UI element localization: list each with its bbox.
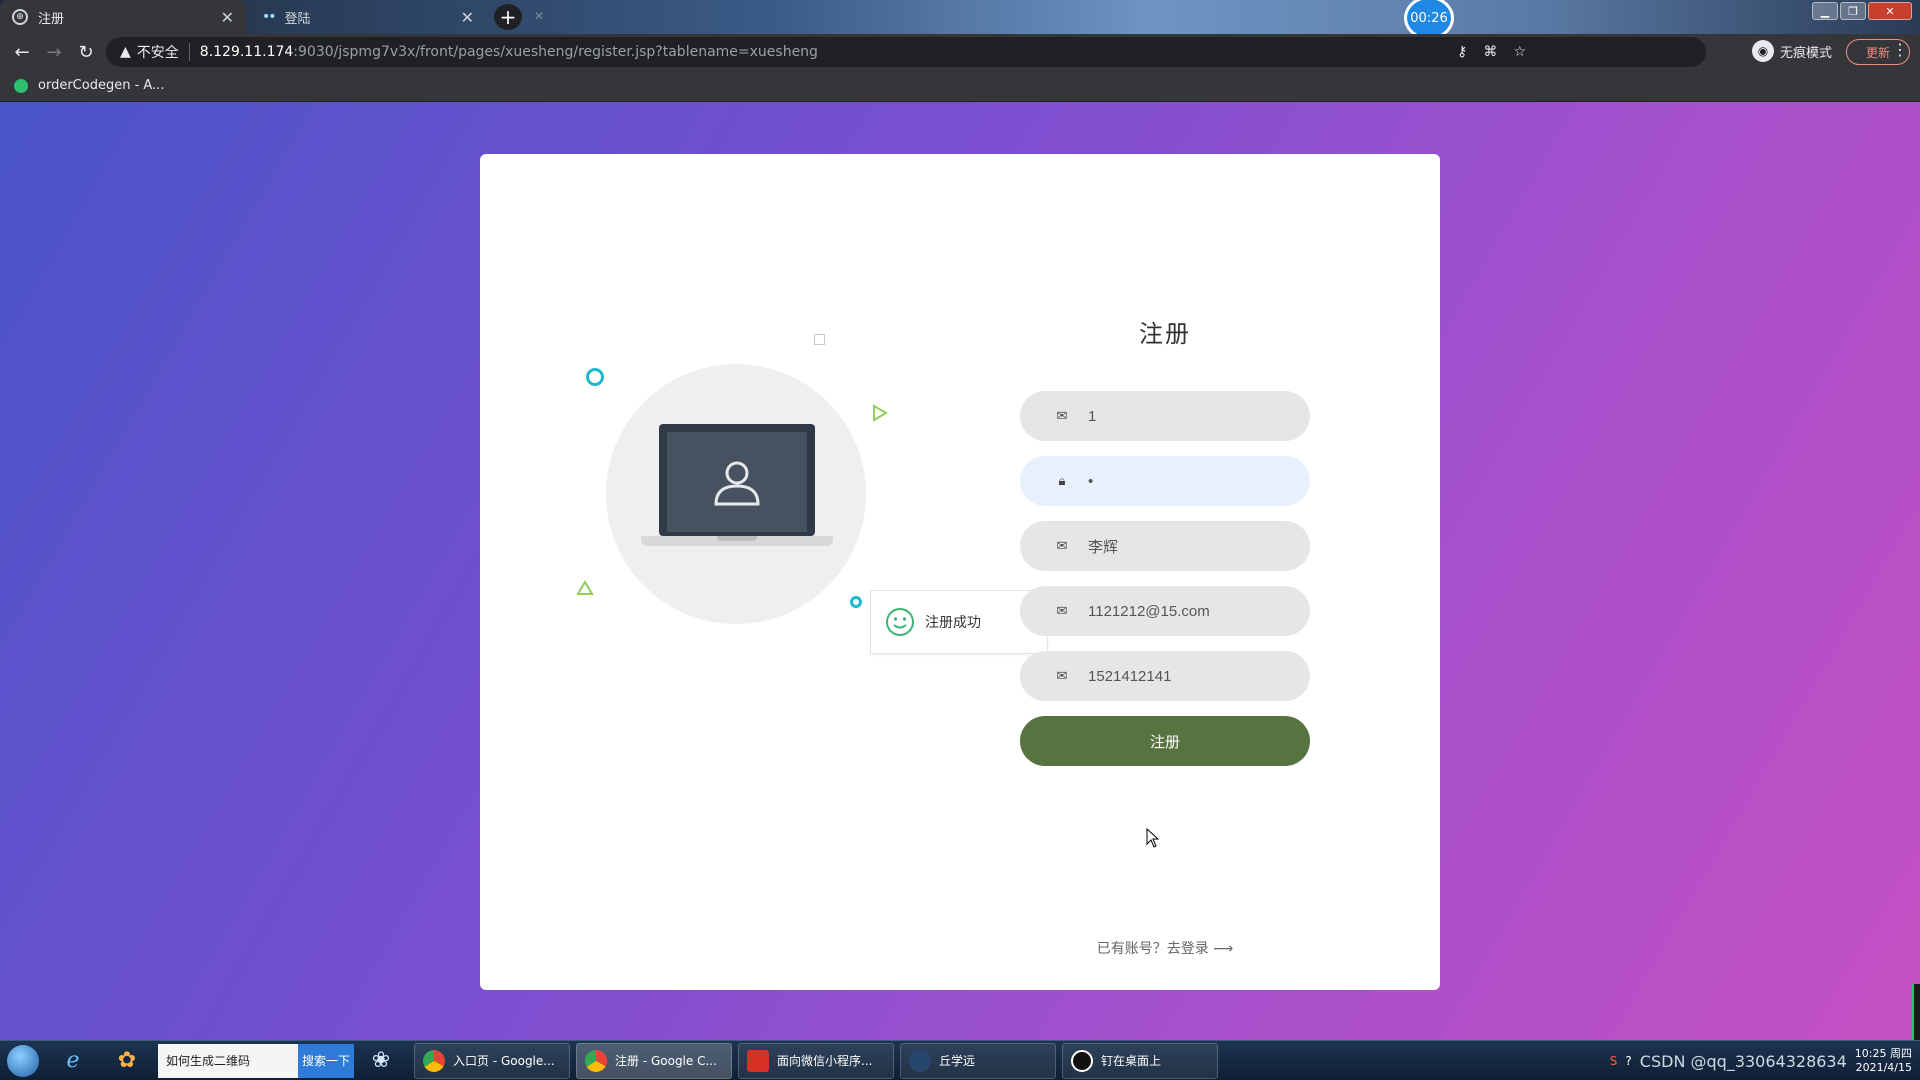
envelope-icon: ✉ xyxy=(1056,538,1068,554)
toast-message: 注册成功 xyxy=(925,615,981,631)
close-window-button[interactable]: ✕ xyxy=(1868,2,1912,20)
laptop-icon xyxy=(659,424,815,536)
globe-icon: ⊕ xyxy=(12,9,28,25)
circle-decoration-icon xyxy=(850,596,862,608)
task-item[interactable]: 面向微信小程序... xyxy=(738,1042,894,1079)
incognito-indicator[interactable]: ◉ 无痕模式 xyxy=(1752,40,1832,62)
page-viewport: 注册成功 注册 ✉ 1 🔒︎ • ✉ 李辉 ✉ 1121212@15.com ✉ xyxy=(0,102,1920,1040)
password-field[interactable]: 🔒︎ • xyxy=(1020,456,1310,506)
name-field[interactable]: ✉ 李辉 xyxy=(1020,521,1310,571)
bookmark-favicon-icon xyxy=(14,78,28,93)
account-field[interactable]: ✉ 1 xyxy=(1020,391,1310,441)
mouse-cursor-icon xyxy=(1146,828,1160,848)
translate-icon[interactable]: ⌘ xyxy=(1483,44,1497,60)
qq-icon xyxy=(1071,1049,1093,1072)
address-bar: ← → ↻ ▲ 不安全 8.129.11.174 :9030/jspmg7v3x… xyxy=(0,34,1920,70)
url-host: 8.129.11.174 xyxy=(199,44,294,60)
register-card: 注册成功 注册 ✉ 1 🔒︎ • ✉ 李辉 ✉ 1121212@15.com ✉ xyxy=(480,154,1440,990)
maximize-button[interactable]: ❐ xyxy=(1840,2,1866,20)
help-icon[interactable]: ? xyxy=(1625,1054,1631,1068)
phone-field[interactable]: ✉ 1521412141 xyxy=(1020,651,1310,701)
menu-icon[interactable]: ⋮ xyxy=(1892,40,1908,59)
app-icon[interactable]: ✿ xyxy=(100,1041,154,1080)
tab-label: 注册 xyxy=(38,11,65,27)
scrollbar[interactable] xyxy=(1912,984,1920,1040)
minimize-button[interactable]: ▁ xyxy=(1812,2,1838,20)
page-title: 注册 xyxy=(1139,320,1191,348)
tab-register[interactable]: ⊕ 注册 ✕ xyxy=(0,0,246,34)
url-input[interactable]: ▲ 不安全 8.129.11.174 :9030/jspmg7v3x/front… xyxy=(106,37,1706,67)
back-button[interactable]: ← xyxy=(6,36,38,68)
warning-icon: ▲ xyxy=(120,44,131,60)
tab-label: 登陆 xyxy=(284,11,311,27)
task-item[interactable]: 入口页 - Google... xyxy=(414,1042,570,1079)
browser-tabstrip: ⊕ 注册 ✕ •• 登陆 ✕ + ✕ 00:26 ▁ ❐ ✕ xyxy=(0,0,1920,40)
key-icon[interactable]: ⚷ xyxy=(1457,44,1467,60)
play-decoration-icon xyxy=(873,404,888,422)
taskbar-search-input[interactable]: 如何生成二维码 xyxy=(158,1043,298,1078)
user-icon xyxy=(714,461,760,506)
forward-button[interactable]: → xyxy=(38,36,70,68)
watermark-text: CSDN @qq_33064328634 xyxy=(1639,1051,1847,1071)
taskbar: ℯ ✿ 如何生成二维码 搜索一下 ❀ 入口页 - Google... 注册 - … xyxy=(0,1040,1920,1080)
ime-icon[interactable]: S xyxy=(1610,1054,1618,1068)
bookmarks-bar: orderCodegen - A... xyxy=(0,70,1920,102)
email-field[interactable]: ✉ 1121212@15.com xyxy=(1020,586,1310,636)
close-icon[interactable]: ✕ xyxy=(221,8,234,27)
site-dots-icon: •• xyxy=(262,9,276,25)
window-controls: ▁ ❐ ✕ xyxy=(1812,2,1912,20)
reload-button[interactable]: ↻ xyxy=(70,36,102,68)
register-button[interactable]: 注册 xyxy=(1020,716,1310,766)
app-icon xyxy=(909,1049,931,1072)
envelope-icon: ✉ xyxy=(1056,603,1068,619)
chrome-icon xyxy=(585,1049,607,1072)
chrome-icon xyxy=(423,1049,445,1072)
new-tab-button[interactable]: + xyxy=(494,4,522,30)
flower-app-icon[interactable]: ❀ xyxy=(354,1041,408,1080)
start-button[interactable] xyxy=(0,1041,46,1080)
task-item[interactable]: 钉在桌面上 xyxy=(1062,1042,1218,1079)
triangle-decoration-icon xyxy=(576,580,594,595)
url-path: :9030/jspmg7v3x/front/pages/xuesheng/reg… xyxy=(293,44,818,60)
ghost-tab: ✕ xyxy=(534,9,545,23)
close-icon[interactable]: ✕ xyxy=(461,8,474,27)
envelope-icon: ✉ xyxy=(1056,668,1068,684)
clock[interactable]: 10:25 周四 2021/4/15 xyxy=(1855,1047,1912,1075)
smile-icon xyxy=(886,608,914,636)
task-item[interactable]: 注册 - Google C... xyxy=(576,1042,732,1079)
star-icon[interactable]: ☆ xyxy=(1513,44,1526,60)
system-tray: S ? CSDN @qq_33064328634 10:25 周四 2021/4… xyxy=(1610,1041,1912,1080)
document-icon xyxy=(747,1049,769,1072)
taskbar-search-button[interactable]: 搜索一下 xyxy=(298,1043,354,1078)
windows-orb-icon xyxy=(7,1044,39,1077)
ie-icon[interactable]: ℯ xyxy=(46,1041,100,1080)
bookmark-item[interactable]: orderCodegen - A... xyxy=(38,78,164,93)
circle-decoration-icon xyxy=(586,368,604,386)
illustration xyxy=(576,334,916,634)
login-link[interactable]: 已有账号？去登录 ⟶ xyxy=(1010,938,1320,958)
tab-login[interactable]: •• 登陆 ✕ xyxy=(250,0,486,34)
incognito-icon: ◉ xyxy=(1752,40,1774,62)
envelope-icon: ✉ xyxy=(1056,408,1068,424)
task-item[interactable]: 丘学远 xyxy=(900,1042,1056,1079)
square-decoration-icon xyxy=(814,334,825,345)
security-status: 不安全 xyxy=(136,45,179,61)
lock-icon: 🔒︎ xyxy=(1058,473,1066,489)
register-form: 注册 ✉ 1 🔒︎ • ✉ 李辉 ✉ 1121212@15.com ✉ 1521… xyxy=(1020,314,1310,766)
